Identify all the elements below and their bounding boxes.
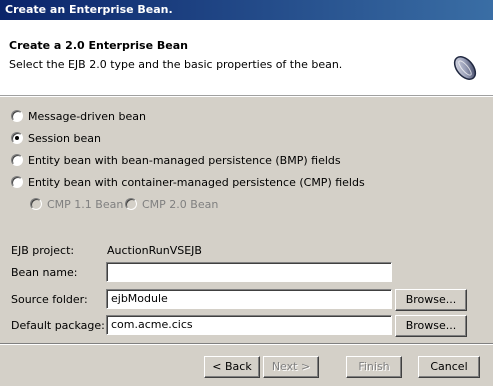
bean-icon <box>453 56 477 80</box>
default-package-input[interactable]: com.acme.cics <box>106 315 392 335</box>
page-description: Select the EJB 2.0 type and the basic pr… <box>9 58 343 71</box>
source-folder-label: Source folder: <box>11 293 88 306</box>
footer-separator <box>0 343 493 345</box>
radio-session-bean[interactable]: Session bean <box>11 130 101 146</box>
radio-label: Entity bean with bean-managed persistenc… <box>28 153 341 167</box>
finish-button[interactable]: Finish <box>346 356 402 378</box>
radio-label: CMP 1.1 Bean <box>47 197 124 211</box>
window-title-bar: Create an Enterprise Bean. <box>0 0 493 20</box>
radio-entity-bmp[interactable]: Entity bean with bean-managed persistenc… <box>11 152 341 168</box>
radio-label: Session bean <box>28 131 101 145</box>
browse-default-package-button[interactable]: Browse... <box>395 315 467 337</box>
radio-button[interactable] <box>11 154 23 166</box>
radio-button[interactable] <box>11 132 23 144</box>
back-button[interactable]: < Back <box>204 356 260 378</box>
bean-name-label: Bean name: <box>11 266 78 279</box>
header-divider <box>0 96 493 97</box>
ejb-project-value: AuctionRunVSEJB <box>107 244 202 257</box>
browse-source-folder-button[interactable]: Browse... <box>395 289 467 311</box>
radio-button[interactable] <box>11 176 23 188</box>
next-button[interactable]: Next > <box>263 356 319 378</box>
radio-button[interactable] <box>30 198 42 210</box>
bean-name-input[interactable] <box>106 262 392 282</box>
radio-label: CMP 2.0 Bean <box>142 197 219 211</box>
radio-message-driven-bean[interactable]: Message-driven bean <box>11 108 146 124</box>
radio-label: Entity bean with container-managed persi… <box>28 175 365 189</box>
window-title: Create an Enterprise Bean. <box>5 3 173 16</box>
radio-label: Message-driven bean <box>28 109 146 123</box>
radio-cmp-2-0[interactable]: CMP 2.0 Bean <box>125 196 218 212</box>
ejb-project-label: EJB project: <box>11 244 75 257</box>
cancel-button[interactable]: Cancel <box>418 356 480 378</box>
source-folder-input[interactable]: ejbModule <box>106 289 392 309</box>
radio-button[interactable] <box>11 110 23 122</box>
radio-cmp-1-1[interactable]: CMP 1.1 Bean <box>30 196 123 212</box>
default-package-label: Default package: <box>11 319 105 332</box>
page-title: Create a 2.0 Enterprise Bean <box>9 39 188 52</box>
wizard-header: Create a 2.0 Enterprise Bean Select the … <box>0 20 493 96</box>
radio-button[interactable] <box>125 198 137 210</box>
radio-entity-cmp[interactable]: Entity bean with container-managed persi… <box>11 174 365 190</box>
